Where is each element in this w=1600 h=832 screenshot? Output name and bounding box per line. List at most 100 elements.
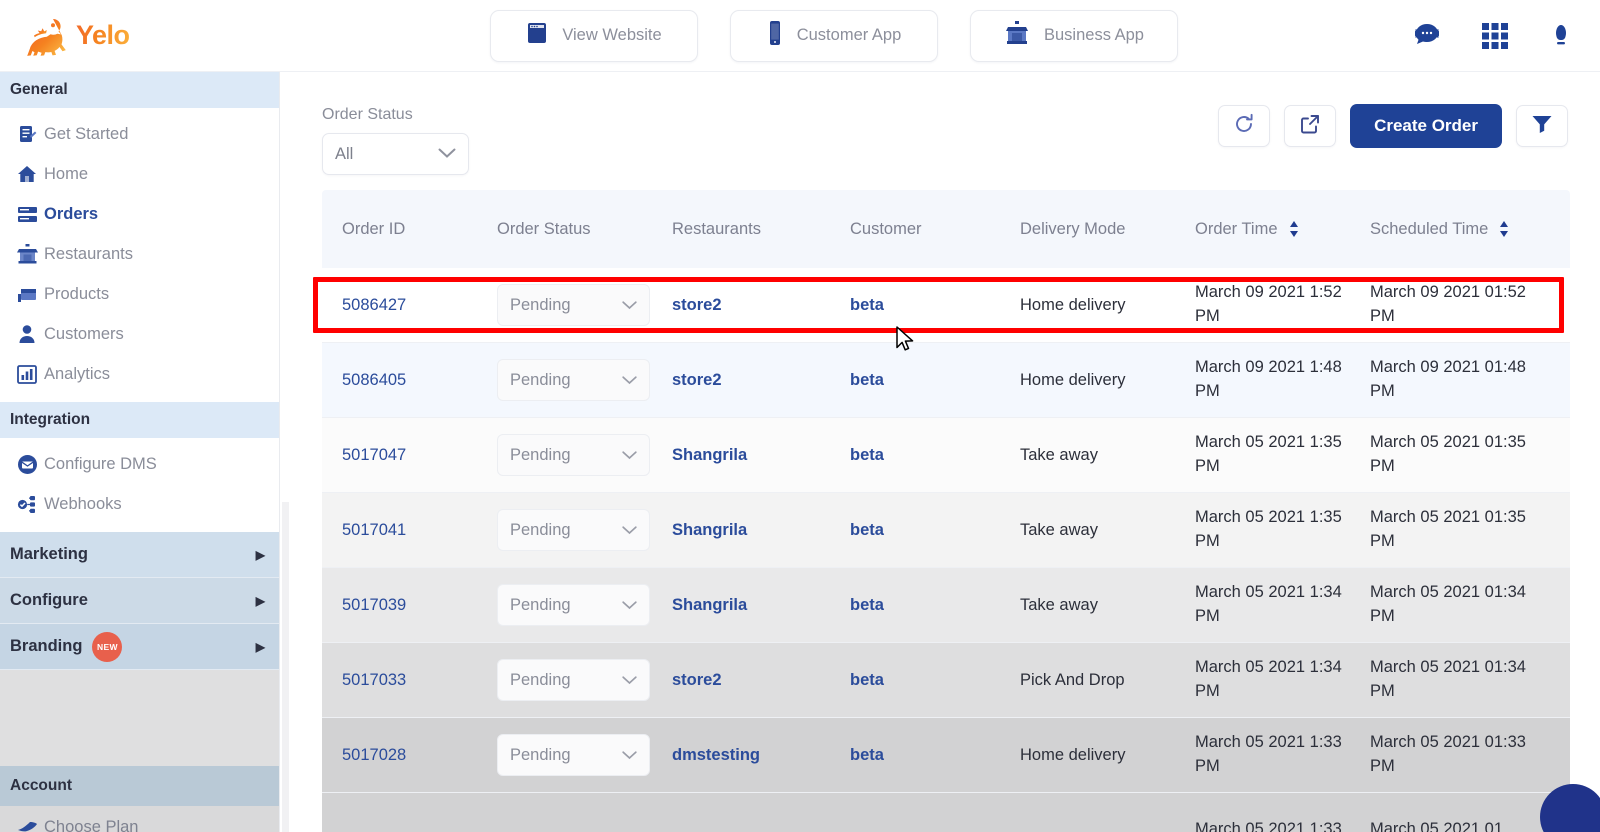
table-row[interactable]: March 05 2021 1:33 March 05 2021 01: [322, 793, 1570, 832]
sidebar-item-analytics[interactable]: Analytics: [0, 354, 279, 394]
table-row[interactable]: 5086427 Pending store2 beta Home deliver…: [322, 268, 1570, 343]
column-header-order-time[interactable]: Order Time: [1195, 220, 1370, 239]
cell-order-id[interactable]: 5017028: [322, 746, 497, 765]
cell-customer[interactable]: beta: [850, 446, 1020, 465]
support-chat-icon[interactable]: [1410, 20, 1444, 52]
chevron-down-icon: [622, 446, 637, 465]
order-status-dropdown[interactable]: Pending: [497, 284, 650, 326]
cell-order-id[interactable]: 5086427: [322, 296, 497, 315]
order-status-dropdown[interactable]: Pending: [497, 734, 650, 776]
order-status-value: Pending: [510, 370, 571, 389]
box-package-icon: [10, 285, 44, 304]
order-status-dropdown[interactable]: Pending: [497, 584, 650, 626]
order-status-filter-group: Order Status All: [322, 106, 469, 175]
order-status-dropdown[interactable]: Pending: [497, 359, 650, 401]
new-badge: NEW: [92, 631, 123, 662]
cell-delivery-mode: Home delivery: [1020, 370, 1126, 389]
sidebar-spacer: [0, 670, 279, 766]
customer-app-button[interactable]: Customer App: [730, 9, 938, 62]
sidebar-item-products[interactable]: Products: [0, 274, 279, 314]
cell-order-id[interactable]: 5017047: [322, 446, 497, 465]
order-status-selected-value: All: [335, 144, 354, 163]
export-button[interactable]: [1284, 105, 1337, 147]
sort-arrows-icon[interactable]: [1288, 220, 1300, 238]
cell-order-status: Pending: [497, 659, 672, 701]
cell-customer[interactable]: beta: [850, 746, 1020, 765]
order-status-dropdown[interactable]: Pending: [497, 509, 650, 551]
cell-scheduled-time: March 05 2021 01: [1370, 820, 1504, 832]
sort-arrows-icon[interactable]: [1498, 220, 1510, 238]
cell-order-time: March 05 2021 1:34 PM: [1195, 658, 1342, 700]
column-header-order-id[interactable]: Order ID: [322, 220, 497, 239]
order-status-select[interactable]: All: [322, 133, 469, 175]
sidebar-item-restaurants[interactable]: Restaurants: [0, 234, 279, 274]
cell-restaurant[interactable]: Shangrila: [672, 446, 850, 465]
column-header-customer[interactable]: Customer: [850, 220, 1020, 239]
sidebar-group-branding[interactable]: Branding NEW ▶: [0, 624, 279, 670]
cell-customer[interactable]: beta: [850, 296, 1020, 315]
cell-restaurant[interactable]: store2: [672, 296, 850, 315]
create-order-button[interactable]: Create Order: [1350, 104, 1502, 148]
bar-chart-icon: [10, 364, 44, 384]
table-row[interactable]: 5017047 Pending Shangrila beta Take away…: [322, 418, 1570, 493]
orders-table: Order ID Order Status Restaurants Custom…: [322, 190, 1570, 832]
cell-restaurant[interactable]: Shangrila: [672, 596, 850, 615]
cell-order-id[interactable]: 5017039: [322, 596, 497, 615]
cell-scheduled-time: March 09 2021 01:48 PM: [1370, 358, 1526, 400]
brand-logo[interactable]: Yelo: [0, 15, 285, 57]
column-header-order-status[interactable]: Order Status: [497, 220, 672, 239]
envelope-circle-icon: [10, 454, 44, 475]
table-row[interactable]: 5086405 Pending store2 beta Home deliver…: [322, 343, 1570, 418]
table-row[interactable]: 5017033 Pending store2 beta Pick And Dro…: [322, 643, 1570, 718]
sidebar-integration-items: Configure DMS Webhooks: [0, 438, 279, 532]
cell-order-status: Pending: [497, 434, 672, 476]
table-row[interactable]: 5017028 Pending dmstesting beta Home del…: [322, 718, 1570, 793]
header-action-buttons: View Website Customer App Business App: [490, 9, 1178, 62]
sidebar-item-home[interactable]: Home: [0, 154, 279, 194]
column-header-restaurants[interactable]: Restaurants: [672, 220, 850, 239]
filter-button[interactable]: [1516, 105, 1568, 147]
cell-order-id[interactable]: 5017033: [322, 671, 497, 690]
chevron-right-icon: ▶: [255, 593, 265, 608]
cell-order-id[interactable]: 5017041: [322, 521, 497, 540]
cell-customer[interactable]: beta: [850, 671, 1020, 690]
export-share-icon: [1299, 113, 1321, 140]
sidebar-item-webhooks[interactable]: Webhooks: [0, 484, 279, 524]
view-website-button[interactable]: View Website: [490, 9, 698, 62]
business-app-button[interactable]: Business App: [970, 9, 1178, 62]
column-header-scheduled-time[interactable]: Scheduled Time: [1370, 220, 1550, 239]
refresh-button[interactable]: [1218, 105, 1271, 147]
sidebar-group-marketing[interactable]: Marketing ▶: [0, 532, 279, 578]
cell-delivery-mode: Take away: [1020, 595, 1098, 614]
sidebar-label-configure-dms: Configure DMS: [44, 454, 157, 473]
chevron-right-icon: ▶: [255, 547, 265, 562]
browser-window-icon: [526, 21, 548, 50]
cell-customer[interactable]: beta: [850, 371, 1020, 390]
order-status-value: Pending: [510, 520, 571, 539]
cell-restaurant[interactable]: store2: [672, 671, 850, 690]
order-status-dropdown[interactable]: Pending: [497, 659, 650, 701]
sidebar-label-get-started: Get Started: [44, 124, 129, 143]
cell-scheduled-time: March 05 2021 01:34 PM: [1370, 658, 1526, 700]
order-status-dropdown[interactable]: Pending: [497, 434, 650, 476]
cell-order-id[interactable]: 5086405: [322, 371, 497, 390]
cell-order-time: March 05 2021 1:35 PM: [1195, 508, 1342, 550]
apps-grid-icon[interactable]: [1480, 21, 1510, 51]
table-row[interactable]: 5017041 Pending Shangrila beta Take away…: [322, 493, 1570, 568]
sidebar-item-customers[interactable]: Customers: [0, 314, 279, 354]
column-header-delivery-mode[interactable]: Delivery Mode: [1020, 220, 1195, 239]
cell-delivery-mode: Take away: [1020, 520, 1098, 539]
sidebar-item-get-started[interactable]: Get Started: [0, 114, 279, 154]
cell-restaurant[interactable]: dmstesting: [672, 746, 850, 765]
cell-restaurant[interactable]: store2: [672, 371, 850, 390]
cell-customer[interactable]: beta: [850, 596, 1020, 615]
table-row[interactable]: 5017039 Pending Shangrila beta Take away…: [322, 568, 1570, 643]
user-avatar-icon[interactable]: [1546, 23, 1576, 49]
cell-restaurant[interactable]: Shangrila: [672, 521, 850, 540]
cell-customer[interactable]: beta: [850, 521, 1020, 540]
sidebar-item-choose-plan[interactable]: Choose Plan: [0, 806, 279, 832]
sidebar-group-configure[interactable]: Configure ▶: [0, 578, 279, 624]
sidebar-item-orders[interactable]: Orders: [0, 194, 279, 234]
brand-name: Yelo: [76, 20, 130, 50]
sidebar-item-configure-dms[interactable]: Configure DMS: [0, 444, 279, 484]
